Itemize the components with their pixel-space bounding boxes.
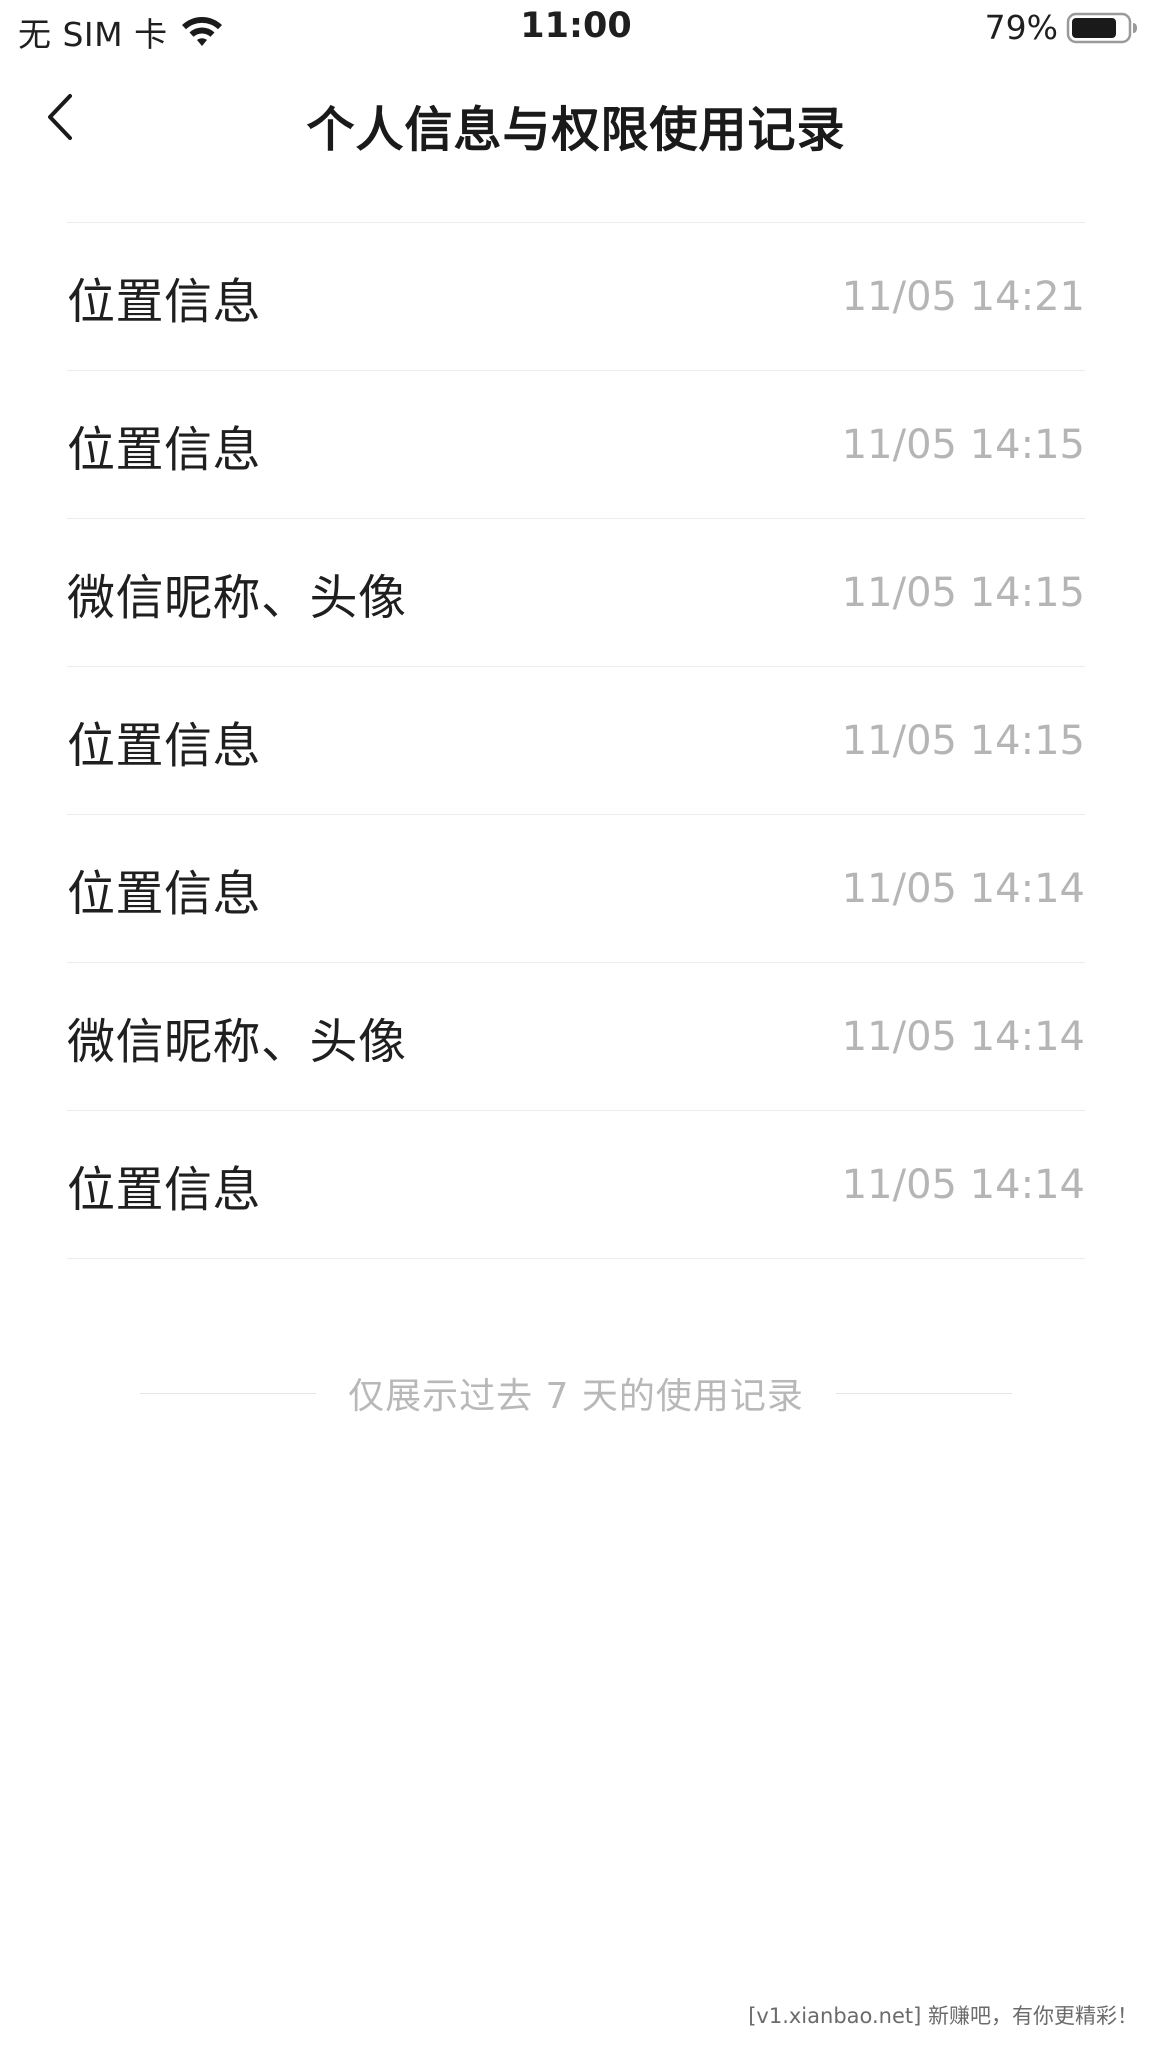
record-time: 11/05 14:14: [841, 1013, 1085, 1060]
record-time: 11/05 14:14: [841, 865, 1085, 912]
watermark: [v1.xianbao.net] 新赚吧，有你更精彩！: [748, 2004, 1138, 2028]
divider-right: [835, 1392, 1013, 1394]
record-list: 位置信息 11/05 14:21 位置信息 11/05 14:15 微信昵称、头…: [67, 222, 1085, 1259]
record-name: 微信昵称、头像: [67, 1013, 407, 1070]
record-name: 位置信息: [67, 1161, 262, 1218]
record-time: 11/05 14:15: [841, 421, 1085, 468]
record-name: 位置信息: [67, 717, 262, 774]
footer-note-text: 仅展示过去 7 天的使用记录: [348, 1376, 804, 1417]
footer-note: 仅展示过去 7 天的使用记录: [140, 1360, 1013, 1426]
nav-bar: 个人信息与权限使用记录: [0, 62, 1152, 172]
record-row[interactable]: 位置信息 11/05 14:15: [67, 371, 1085, 519]
record-row[interactable]: 位置信息 11/05 14:15: [67, 667, 1085, 815]
record-name: 位置信息: [67, 865, 262, 922]
record-name: 微信昵称、头像: [67, 569, 407, 626]
page-title: 个人信息与权限使用记录: [306, 102, 846, 158]
battery-icon: [1066, 11, 1138, 45]
record-name: 位置信息: [67, 421, 262, 478]
record-row[interactable]: 微信昵称、头像 11/05 14:14: [67, 963, 1085, 1111]
record-time: 11/05 14:21: [841, 273, 1085, 320]
record-row[interactable]: 位置信息 11/05 14:21: [67, 223, 1085, 371]
record-name: 位置信息: [67, 273, 262, 330]
record-time: 11/05 14:15: [841, 717, 1085, 764]
record-row[interactable]: 位置信息 11/05 14:14: [67, 1111, 1085, 1259]
status-time: 11:00: [520, 6, 632, 46]
page: 无 SIM 卡 11:00 79% 个人信息与权限使用记录 位置信息 11/05…: [0, 0, 1152, 2048]
record-time: 11/05 14:14: [841, 1161, 1085, 1208]
status-right: 79%: [985, 8, 1138, 47]
battery-percent: 79%: [984, 8, 1058, 47]
record-time: 11/05 14:15: [841, 569, 1085, 616]
record-row[interactable]: 微信昵称、头像 11/05 14:15: [67, 519, 1085, 667]
divider-left: [140, 1392, 317, 1394]
status-bar: 无 SIM 卡 11:00 79%: [0, 0, 1152, 58]
record-row[interactable]: 位置信息 11/05 14:14: [67, 815, 1085, 963]
